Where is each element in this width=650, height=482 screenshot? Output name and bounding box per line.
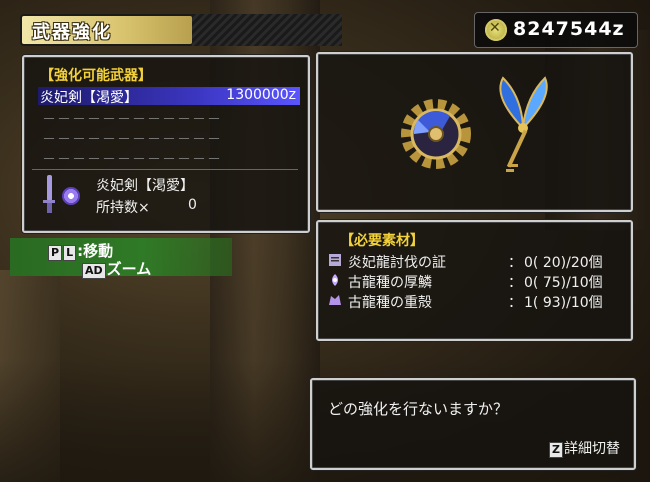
owned-count-label: 所持数× [96, 200, 150, 216]
weapon-list-item-empty[interactable]: －－－－－－－－－－－－ [42, 149, 222, 169]
weapon-model-icon [401, 76, 548, 172]
material-separator: ： [508, 275, 522, 291]
weapon-item-cost: 1300000z [226, 87, 296, 103]
material-name: 古龍種の厚鱗 [348, 275, 432, 291]
ad-key-icon: AD [82, 263, 106, 279]
screen-title-bar: 武器強化 [22, 14, 342, 46]
weapon-list-item-empty[interactable]: －－－－－－－－－－－－ [42, 109, 222, 129]
sword-icon [43, 175, 55, 213]
weapon-list-item-selected[interactable]: 炎妃剣【渇愛】 1300000z [38, 87, 300, 106]
materials-heading: 【必要素材】 [340, 233, 424, 249]
shell-icon [329, 295, 341, 305]
prompt-dialog: どの強化を行ないますか？ Z 詳細切替 [310, 378, 636, 470]
divider [32, 169, 298, 170]
material-separator: ： [508, 295, 522, 311]
l-key-icon: L [63, 245, 77, 261]
material-row: 炎妃龍討伐の証 ： 0( 20)/20個 [328, 252, 624, 271]
zenny-amount: 8247544z [513, 18, 625, 40]
weapon-list-item-empty[interactable]: －－－－－－－－－－－－ [42, 129, 222, 149]
material-name: 炎妃龍討伐の証 [348, 255, 446, 271]
weapon-list-heading: 【強化可能武器】 [40, 68, 152, 84]
material-quantity: 0( 20)/20個 [524, 255, 603, 271]
detail-toggle-button[interactable]: Z 詳細切替 [549, 438, 620, 458]
material-quantity: 0( 75)/10個 [524, 275, 603, 291]
detail-toggle-label: 詳細切替 [564, 441, 620, 457]
zenny-icon [485, 19, 507, 41]
weapon-list-panel: 【強化可能武器】 炎妃剣【渇愛】 1300000z －－－－－－－－－－－－ －… [22, 55, 310, 233]
gear-icon [62, 187, 80, 205]
dialog-prompt: どの強化を行ないますか？ [328, 400, 509, 418]
screen-title: 武器強化 [32, 22, 112, 43]
materials-panel: 【必要素材】 炎妃龍討伐の証 ： 0( 20)/20個 古龍種の厚鱗 ： 0( … [316, 220, 633, 341]
material-row: 古龍種の重殻 ： 1( 93)/10個 [328, 292, 624, 311]
control-zoom: AD ズーム [82, 258, 151, 279]
zenny-display: 8247544z [474, 12, 638, 48]
owned-count-value: 0 [188, 197, 197, 213]
material-name: 古龍種の重殻 [348, 295, 432, 311]
z-key-icon: Z [549, 442, 563, 458]
controls-help: P L:移動 AD ズーム [10, 238, 232, 279]
p-key-icon: P [48, 245, 63, 261]
material-quantity: 1( 93)/10個 [524, 295, 603, 311]
selected-weapon-name: 炎妃剣【渇愛】 [96, 178, 194, 194]
scale-icon [332, 274, 338, 286]
weapon-item-name: 炎妃剣【渇愛】 [40, 90, 138, 106]
material-row: 古龍種の厚鱗 ： 0( 75)/10個 [328, 272, 624, 291]
ticket-icon [329, 254, 341, 266]
weapon-preview-panel [316, 52, 633, 212]
material-separator: ： [508, 255, 522, 271]
control-zoom-label: ズーム [106, 260, 152, 278]
